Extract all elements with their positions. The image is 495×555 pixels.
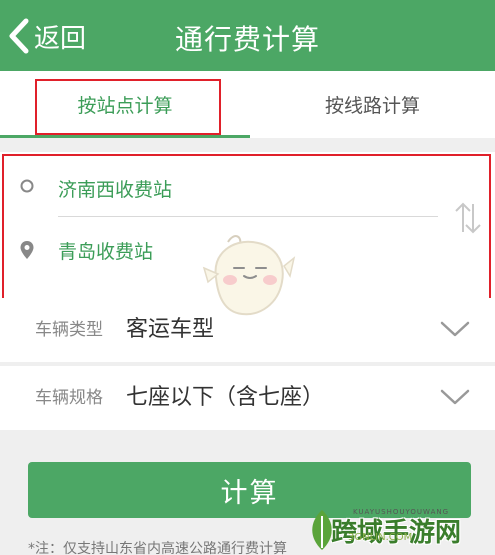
destination-station-name: 青岛收费站 bbox=[58, 240, 154, 263]
vehicle-type-label: 车辆类型 bbox=[35, 320, 103, 340]
chevron-down-icon bbox=[440, 321, 470, 337]
site-watermark: KUAYUSHOUYOUWANG 跨域手游网 3GNLIN.COM bbox=[305, 502, 495, 555]
origin-station-field[interactable]: 济南西收费站 bbox=[0, 158, 440, 218]
tab-by-station-label: 按站点计算 bbox=[77, 95, 173, 117]
page-title: 通行费计算 bbox=[174, 23, 320, 56]
footnote: *注：仅支持山东省内高速公路通行费计算 bbox=[28, 541, 287, 555]
watermark-site: 3GNLIN.COM bbox=[348, 532, 413, 543]
origin-station-name: 济南西收费站 bbox=[58, 178, 173, 201]
chevron-down-icon bbox=[440, 389, 470, 405]
vehicle-spec-select[interactable]: 车辆规格 七座以下（含七座） bbox=[0, 366, 495, 430]
circle-icon bbox=[20, 179, 34, 193]
tab-by-route[interactable]: 按线路计算 bbox=[250, 71, 495, 138]
app-header: 返回 通行费计算 bbox=[0, 0, 495, 71]
tab-by-route-label: 按线路计算 bbox=[324, 95, 420, 117]
swap-vertical-icon[interactable] bbox=[452, 198, 484, 238]
active-tab-indicator bbox=[0, 135, 250, 138]
watermark-title: 跨域手游网 bbox=[331, 518, 462, 548]
station-divider bbox=[58, 216, 438, 217]
mascot-watermark bbox=[202, 235, 296, 316]
vehicle-spec-label: 车辆规格 bbox=[35, 388, 103, 408]
tab-by-station[interactable]: 按站点计算 bbox=[0, 71, 250, 138]
location-pin-icon bbox=[20, 241, 34, 259]
tab-bar: 按站点计算 按线路计算 bbox=[0, 71, 495, 138]
vehicle-spec-value: 七座以下（含七座） bbox=[126, 385, 325, 410]
